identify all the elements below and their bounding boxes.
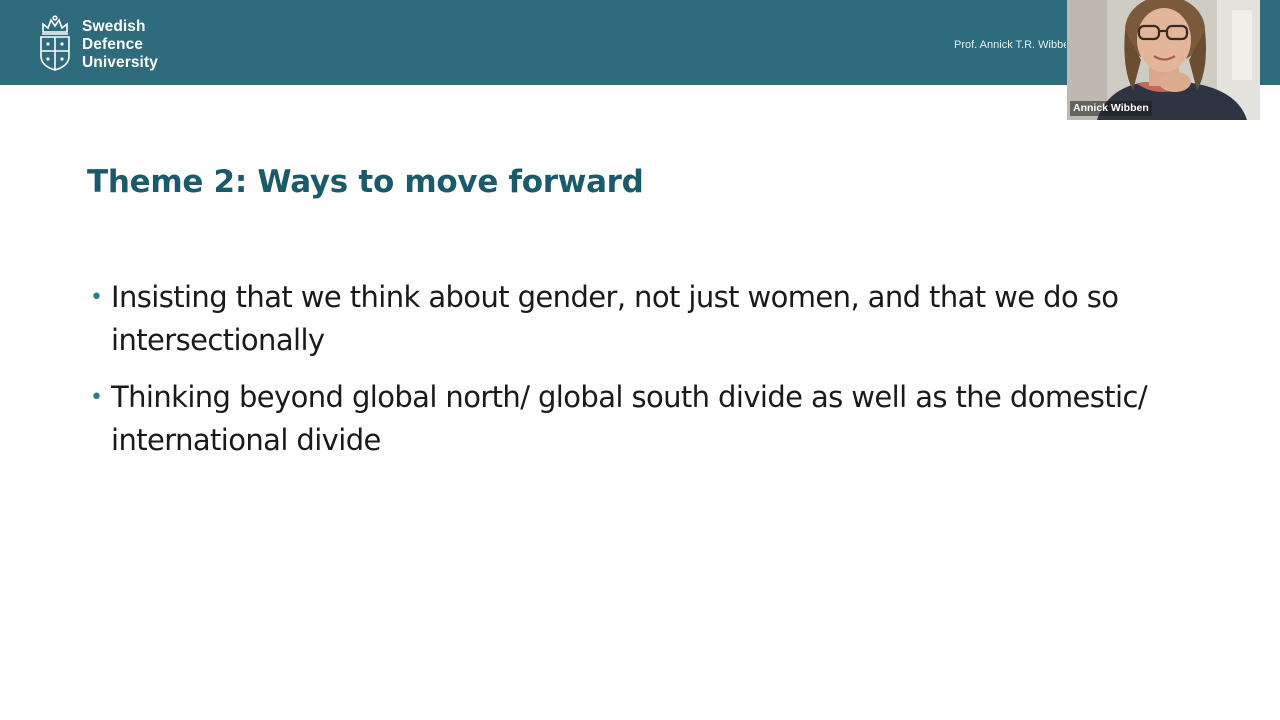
webcam-tile[interactable]: Annick Wibben xyxy=(1067,0,1260,120)
bullet-item: • Thinking beyond global north/ global s… xyxy=(90,376,1190,462)
slide-title: Theme 2: Ways to move forward xyxy=(87,164,644,200)
bullet-list: • Insisting that we think about gender, … xyxy=(90,276,1190,476)
logo-wordmark: Swedish Defence University xyxy=(82,18,158,72)
bullet-text: Insisting that we think about gender, no… xyxy=(111,280,1119,357)
presenter-label: Prof. Annick T.R. Wibben xyxy=(954,39,1066,51)
slide-page: Swedish Defence University Prof. Annick … xyxy=(0,0,1280,720)
bullet-item: • Insisting that we think about gender, … xyxy=(90,276,1190,362)
bullet-text: Thinking beyond global north/ global sou… xyxy=(111,380,1148,457)
bullet-dot-icon: • xyxy=(90,285,103,310)
logo-line-1: Swedish xyxy=(82,18,146,35)
logo-line-3: University xyxy=(82,54,158,71)
logo-line-2: Defence xyxy=(82,36,144,53)
crown-shield-icon xyxy=(40,15,70,71)
bullet-dot-icon: • xyxy=(90,385,103,410)
university-logo: Swedish Defence University xyxy=(36,14,158,72)
participant-name: Annick Wibben xyxy=(1070,101,1152,116)
